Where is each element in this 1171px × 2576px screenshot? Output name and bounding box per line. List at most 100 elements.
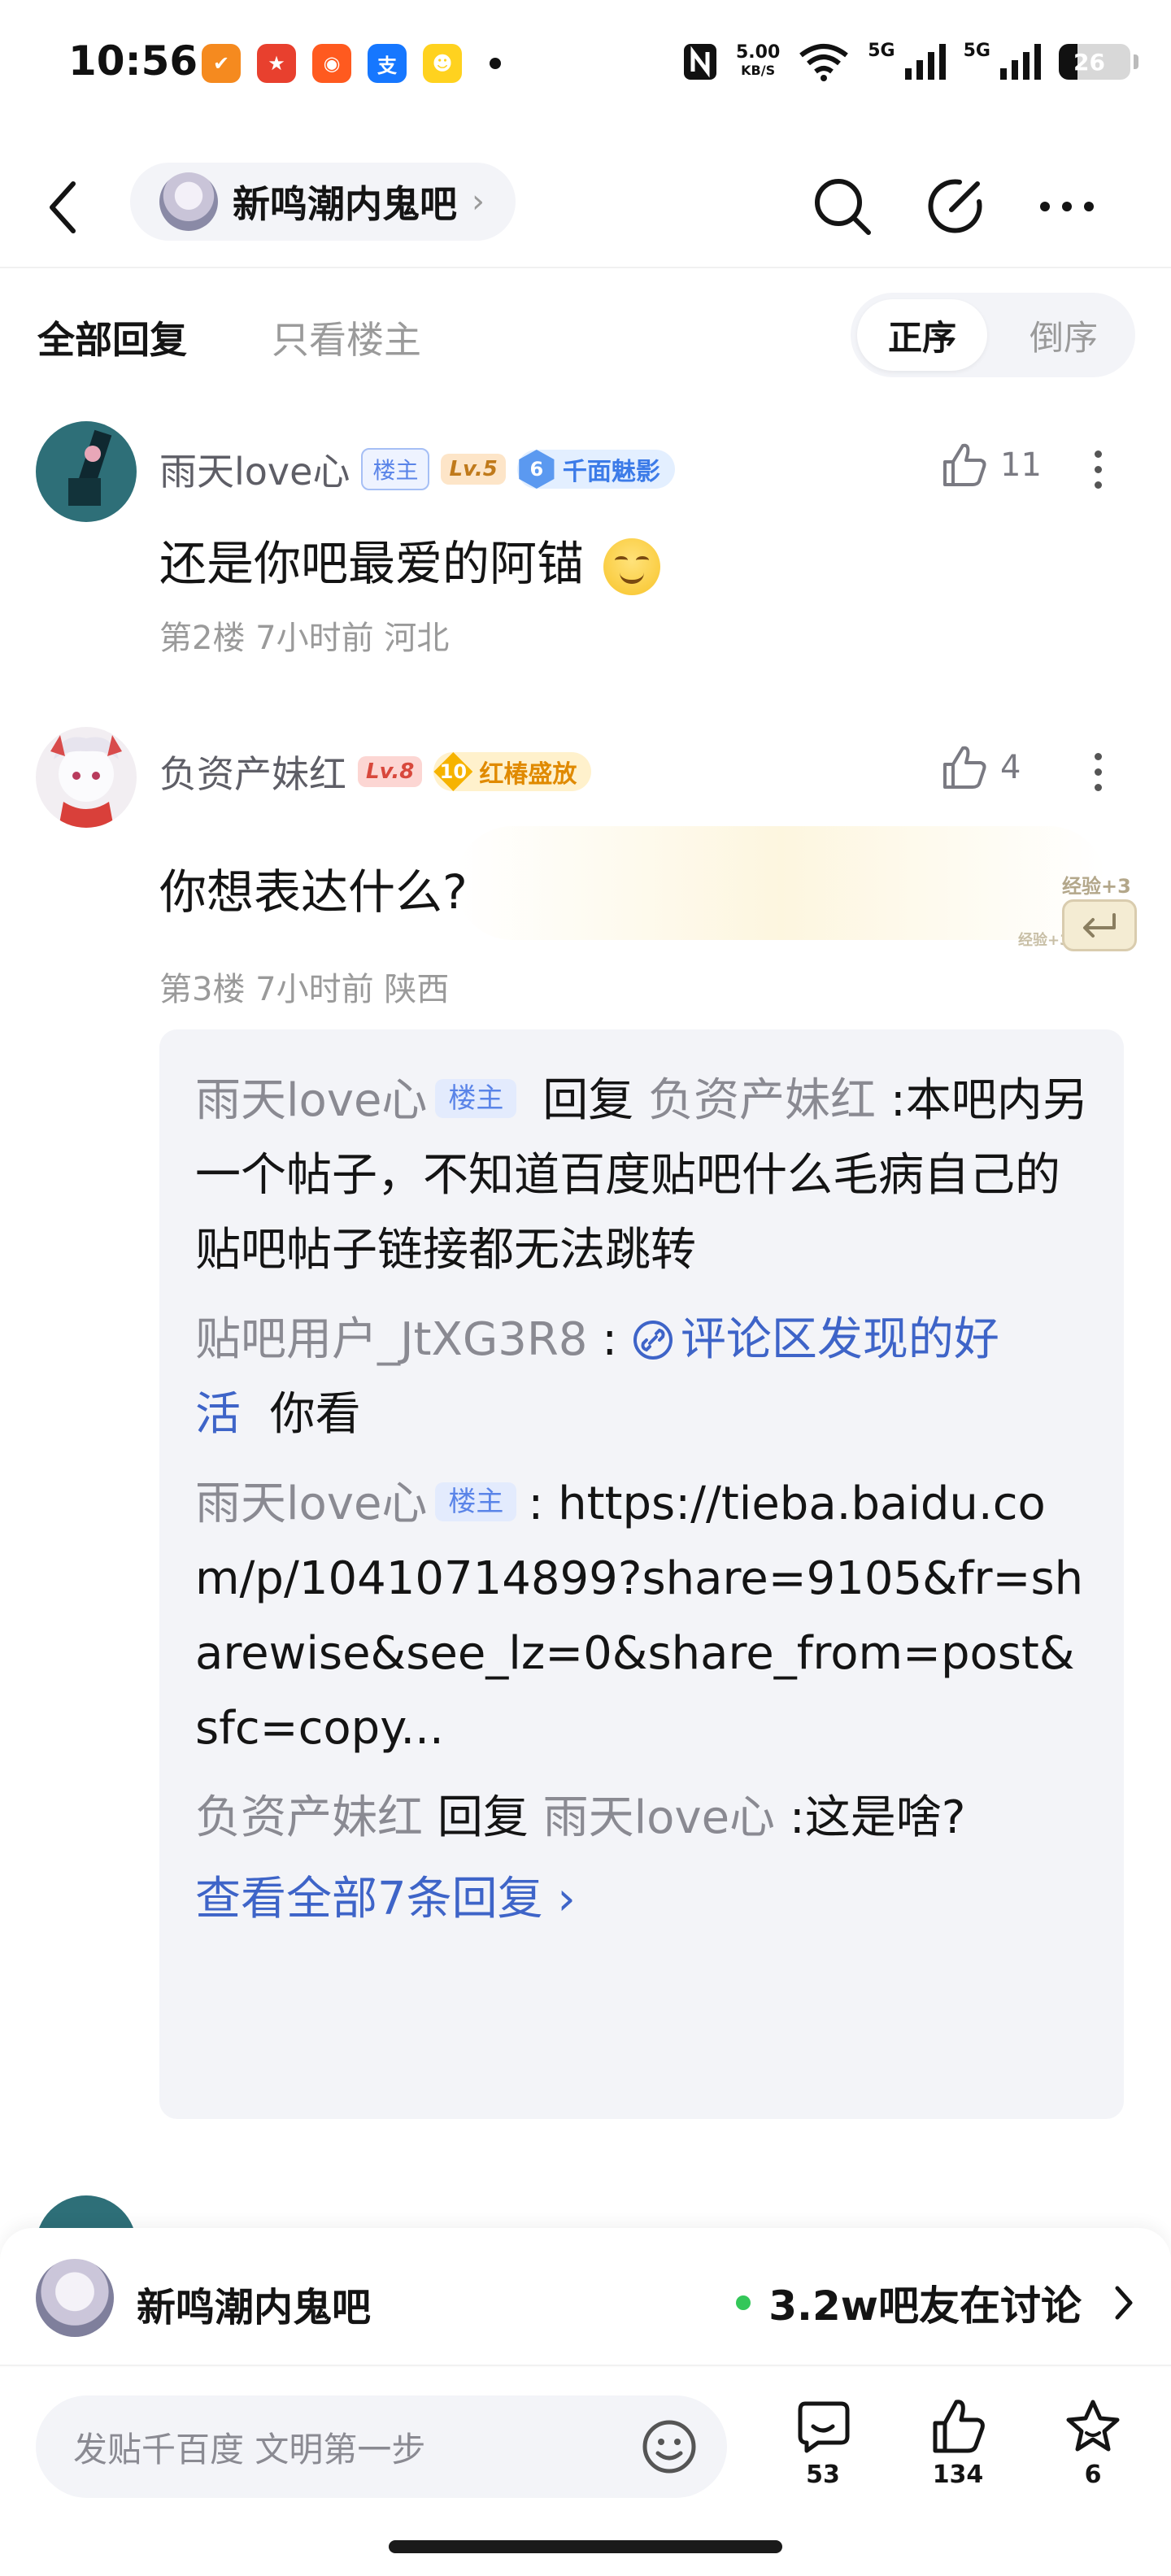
post-meta: 第2楼 7小时前 河北 [159, 620, 450, 657]
like-count: 134 [932, 2461, 984, 2489]
post-more-button[interactable] [1088, 753, 1108, 791]
post-more-button[interactable] [1088, 450, 1108, 489]
favorite-count: 6 [1084, 2461, 1102, 2489]
sub-reply-user[interactable]: 雨天love心 [195, 1477, 427, 1530]
sub-reply-2[interactable]: 贴吧用户_JtXG3R8 : 评论区发现的好活 你看 [195, 1303, 1088, 1452]
sub-reply-3[interactable]: 雨天love心 楼主: https://tieba.baidu.com/p/104… [195, 1467, 1088, 1766]
reply-word: 回复 [542, 1074, 634, 1127]
sub-reply-user[interactable]: 负资产妹红 [195, 1791, 423, 1844]
emoji-icon [642, 2420, 696, 2474]
post-text: 还是你吧最爱的阿锚 [159, 536, 585, 591]
app-icon-shop: ◉ [312, 44, 351, 83]
exp-tag: 经验+3 [1062, 875, 1131, 898]
medal-gem-icon: 10 [433, 752, 473, 791]
top-nav: 新鸣潮内鬼吧 › [0, 146, 1171, 268]
forum-avatar [36, 2259, 114, 2337]
username[interactable]: 雨天love心 [159, 442, 350, 496]
back-icon [50, 181, 76, 233]
forum-avatar [159, 172, 218, 231]
edit-icon [928, 179, 982, 233]
chevron-right-icon [1115, 2286, 1133, 2320]
sub-reply-colon: : [587, 1313, 632, 1366]
like-count: 4 [1000, 749, 1021, 786]
avatar[interactable] [36, 421, 137, 522]
comment-count: 53 [806, 2461, 840, 2489]
emoji-button[interactable] [634, 2412, 704, 2482]
post-content: 还是你吧最爱的阿锚 [159, 525, 661, 595]
net-speed-value: 5.00 [735, 42, 781, 63]
forum-bar[interactable]: 新鸣潮内鬼吧 3.2w吧友在讨论 [0, 2228, 1171, 2366]
like-button[interactable]: 11 [940, 441, 1042, 490]
username[interactable]: 负资产妹红 [159, 745, 346, 798]
app-icon-orange: ✔ [202, 44, 241, 83]
user-info: 负资产妹红 Lv.8 10 红椿盛放 [159, 743, 592, 800]
signal-2-icon [1000, 44, 1041, 80]
app-icon-yellow: ☻ [423, 44, 462, 83]
status-bar: 10:56 ✔ ★ ◉ 支 ☻ 5.00 KB/S 5G 5G 26 [0, 0, 1171, 130]
medal-badge[interactable]: 10 红椿盛放 [433, 752, 592, 791]
thumbs-up-icon [943, 746, 986, 789]
edit-button[interactable] [914, 166, 995, 247]
net-speed-unit: KB/S [741, 63, 776, 78]
level-badge: Lv.8 [358, 756, 423, 787]
status-time: 10:56 [68, 37, 198, 85]
net-speed: 5.00 KB/S [736, 44, 780, 80]
forum-entry-button[interactable]: 新鸣潮内鬼吧 › [130, 163, 516, 241]
signal-1-icon [904, 44, 946, 80]
more-button[interactable] [1026, 166, 1108, 247]
sub-reply-user[interactable]: 贴吧用户_JtXG3R8 [195, 1313, 587, 1366]
signal-1-label: 5G [868, 41, 895, 61]
comment-icon [798, 2401, 850, 2453]
exp-glow [455, 826, 1106, 940]
star-icon [1066, 2400, 1120, 2452]
wifi-icon [799, 44, 849, 81]
reply-input[interactable]: 发贴千百度 文明第一步 [36, 2395, 727, 2498]
sub-reply-4[interactable]: 负资产妹红 回复 雨天love心 :这是啥? [195, 1781, 1088, 1856]
user-info: 雨天love心 楼主 Lv.5 6 千面魅影 [159, 441, 675, 498]
sub-reply-text: :这是啥? [789, 1791, 966, 1844]
online-dot-icon [736, 2295, 751, 2310]
comment-button[interactable]: 53 [774, 2397, 872, 2489]
post-content: 你想表达什么? [159, 864, 468, 920]
medal-gem-icon: 6 [519, 450, 555, 489]
sub-reply-target[interactable]: 雨天love心 [543, 1791, 775, 1844]
reply-word: 回复 [437, 1791, 529, 1844]
op-badge: 楼主 [435, 1482, 517, 1521]
order-asc-button[interactable]: 正序 [857, 299, 987, 371]
sub-reply-box[interactable]: 雨天love心 楼主 回复 负资产妹红 :本吧内另一个帖子，不知道百度贴吧什么毛病… [159, 1029, 1124, 2119]
search-icon [815, 179, 871, 235]
battery-level: 26 [1073, 48, 1105, 76]
notification-icons: ✔ ★ ◉ 支 ☻ [202, 44, 501, 83]
level-badge: Lv.5 [441, 454, 506, 485]
reply-tabs: 全部回复 只看楼主 正序 倒序 [0, 293, 1171, 382]
search-button[interactable] [802, 166, 883, 247]
tab-only-op[interactable]: 只看楼主 [272, 311, 421, 364]
smug-emoji-icon [603, 537, 661, 595]
like-button[interactable]: 4 [940, 743, 1021, 792]
chevron-right-icon: › [472, 183, 485, 220]
favorite-button[interactable]: 6 [1044, 2397, 1142, 2489]
sub-reply-1[interactable]: 雨天love心 楼主 回复 负资产妹红 :本吧内另一个帖子，不知道百度贴吧什么毛病… [195, 1064, 1088, 1288]
avatar[interactable] [36, 727, 137, 828]
medal-badge[interactable]: 6 千面魅影 [516, 450, 675, 489]
tab-all-replies[interactable]: 全部回复 [37, 311, 187, 364]
view-all-replies-link[interactable]: 查看全部7条回复 › [195, 1862, 1088, 1937]
online-count: 3.2w吧友在讨论 [736, 2274, 1082, 2332]
status-indicators: 5.00 KB/S 5G 5G 26 [682, 37, 1138, 86]
order-desc-button[interactable]: 倒序 [999, 299, 1129, 371]
more-notifications-dot [490, 58, 501, 69]
battery-cap [1134, 54, 1138, 69]
sub-reply-target[interactable]: 负资产妹红 [648, 1074, 876, 1127]
back-button[interactable] [46, 171, 94, 244]
medal-name: 红椿盛放 [479, 760, 577, 789]
sub-reply-user[interactable]: 雨天love心 [195, 1074, 427, 1127]
battery-icon: 26 [1059, 44, 1130, 80]
link-icon [633, 1321, 673, 1360]
home-indicator[interactable] [389, 2540, 782, 2553]
online-text: 3.2w吧友在讨论 [768, 2282, 1082, 2330]
like-count: 11 [1000, 446, 1042, 484]
op-badge: 楼主 [361, 448, 430, 490]
enter-key-icon [1062, 899, 1137, 951]
like-post-button[interactable]: 134 [909, 2397, 1007, 2489]
sub-reply-text: 你看 [269, 1388, 361, 1441]
